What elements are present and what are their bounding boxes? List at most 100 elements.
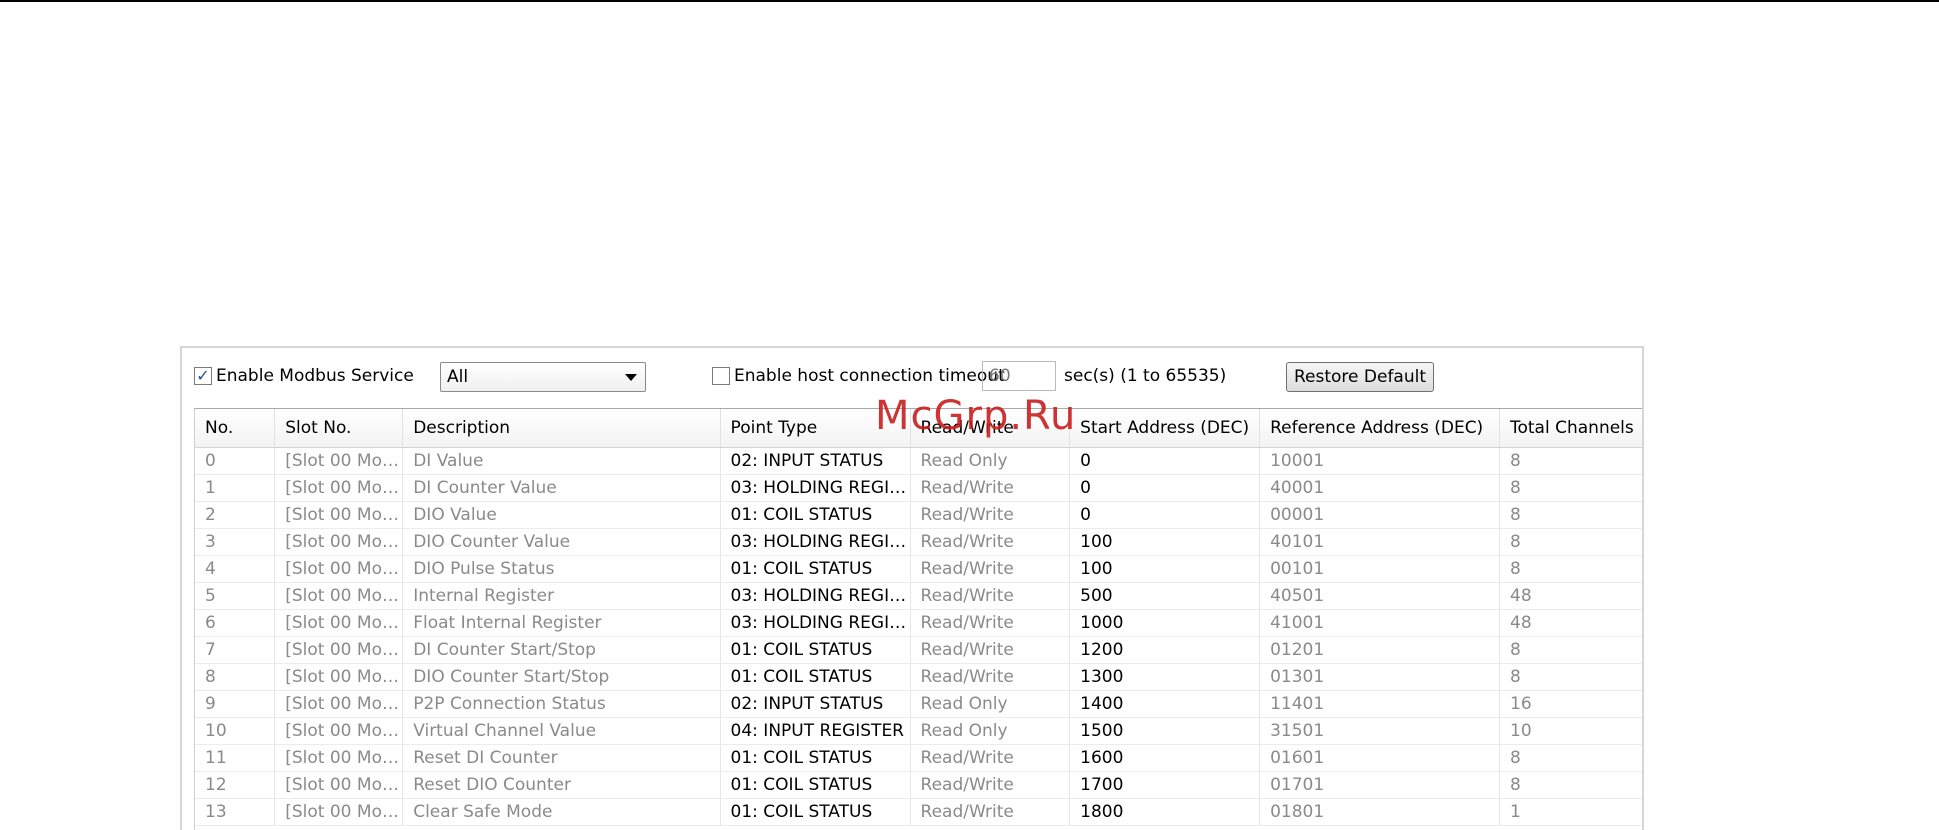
column-header-reference-address[interactable]: Reference Address (DEC): [1259, 409, 1500, 448]
cell-slot: [Slot 00 Mo…: [274, 555, 404, 583]
cell-start-address[interactable]: 1800: [1069, 798, 1261, 826]
cell-read-write: Read/Write: [910, 771, 1071, 799]
cell-point-type[interactable]: 01: COIL STATUS: [720, 501, 911, 529]
cell-start-address[interactable]: 500: [1069, 582, 1261, 610]
top-rule: [0, 0, 1939, 2]
table-row[interactable]: 2 [Slot 00 Mo… DIO Value 01: COIL STATUS Rea…: [195, 501, 1642, 529]
cell-total-channels: 8: [1499, 744, 1642, 772]
cell-description: DIO Value: [402, 501, 721, 529]
cell-total-channels: 8: [1499, 501, 1642, 529]
table-row[interactable]: 6 [Slot 00 Mo… Float Internal Register 03: …: [195, 609, 1642, 637]
enable-modbus-checkbox[interactable]: ✓: [194, 367, 212, 385]
cell-start-address[interactable]: 0: [1069, 474, 1261, 502]
cell-start-address[interactable]: 1600: [1069, 744, 1261, 772]
column-header-slot[interactable]: Slot No.: [274, 409, 404, 448]
cell-point-type[interactable]: 01: COIL STATUS: [720, 636, 911, 664]
cell-point-type[interactable]: 01: COIL STATUS: [720, 663, 911, 691]
cell-read-write: Read/Write: [910, 582, 1071, 610]
column-header-total-channels[interactable]: Total Channels: [1499, 409, 1642, 448]
cell-start-address[interactable]: 1500: [1069, 717, 1261, 745]
cell-read-write: Read/Write: [910, 528, 1071, 556]
cell-point-type[interactable]: 04: INPUT REGISTER: [720, 717, 911, 745]
table-row[interactable]: 9 [Slot 00 Mo… P2P Connection Status 02: IN…: [195, 690, 1642, 718]
cell-reference-address: 01701: [1259, 771, 1500, 799]
cell-slot: [Slot 00 Mo…: [274, 744, 404, 772]
cell-point-type[interactable]: 01: COIL STATUS: [720, 555, 911, 583]
cell-start-address[interactable]: 0: [1069, 501, 1261, 529]
enable-timeout-checkbox[interactable]: [712, 367, 730, 385]
table-row[interactable]: 12 [Slot 00 Mo… Reset DIO Counter 01: COIL …: [195, 771, 1642, 799]
cell-point-type[interactable]: 03: HOLDING REGI…: [720, 609, 911, 637]
column-header-point-type[interactable]: Point Type: [720, 409, 911, 448]
cell-slot: [Slot 00 Mo…: [274, 771, 404, 799]
cell-read-write: Read/Write: [910, 636, 1071, 664]
table-row[interactable]: 13 [Slot 00 Mo… Clear Safe Mode 01: COIL ST…: [195, 798, 1642, 826]
cell-description: DIO Pulse Status: [402, 555, 721, 583]
cell-point-type[interactable]: 03: HOLDING REGI…: [720, 528, 911, 556]
cell-no: 9: [195, 690, 276, 718]
enable-modbus-label: Enable Modbus Service: [216, 366, 414, 386]
cell-total-channels: 8: [1499, 771, 1642, 799]
cell-slot: [Slot 00 Mo…: [274, 474, 404, 502]
cell-read-write: Read Only: [910, 717, 1071, 745]
cell-no: 1: [195, 474, 276, 502]
table-row[interactable]: 0 [Slot 00 Mo… DI Value 02: INPUT STATUS Rea…: [195, 447, 1642, 475]
cell-point-type[interactable]: 01: COIL STATUS: [720, 771, 911, 799]
cell-point-type[interactable]: 01: COIL STATUS: [720, 798, 911, 826]
cell-reference-address: 40101: [1259, 528, 1500, 556]
column-header-start-address[interactable]: Start Address (DEC): [1069, 409, 1261, 448]
cell-start-address[interactable]: 1200: [1069, 636, 1261, 664]
column-header-description[interactable]: Description: [402, 409, 721, 448]
cell-description: DI Counter Start/Stop: [402, 636, 721, 664]
cell-read-write: Read/Write: [910, 798, 1071, 826]
cell-point-type[interactable]: 01: COIL STATUS: [720, 744, 911, 772]
table-row[interactable]: 7 [Slot 00 Mo… DI Counter Start/Stop 01: CO…: [195, 636, 1642, 664]
table-row[interactable]: 5 [Slot 00 Mo… Internal Register 03: HOLDIN…: [195, 582, 1642, 610]
table-header-row: No. Slot No. Description Point Type Read…: [195, 409, 1642, 448]
cell-point-type[interactable]: 03: HOLDING REGI…: [720, 582, 911, 610]
toolbar: ✓ Enable Modbus Service All Enable host …: [182, 348, 1642, 404]
filter-select[interactable]: All: [440, 362, 646, 392]
cell-point-type[interactable]: 02: INPUT STATUS: [720, 447, 911, 475]
cell-total-channels: 10: [1499, 717, 1642, 745]
cell-total-channels: 1: [1499, 798, 1642, 826]
table-row[interactable]: 10 [Slot 00 Mo… Virtual Channel Value 04: I…: [195, 717, 1642, 745]
cell-slot: [Slot 00 Mo…: [274, 636, 404, 664]
cell-description: DI Counter Value: [402, 474, 721, 502]
cell-reference-address: 11401: [1259, 690, 1500, 718]
cell-read-write: Read/Write: [910, 663, 1071, 691]
cell-point-type[interactable]: 02: INPUT STATUS: [720, 690, 911, 718]
column-header-read-write[interactable]: Read/Write: [910, 409, 1071, 448]
enable-modbus-toggle[interactable]: ✓ Enable Modbus Service: [194, 364, 414, 388]
enable-timeout-toggle[interactable]: Enable host connection timeout: [712, 364, 1005, 388]
cell-no: 4: [195, 555, 276, 583]
cell-read-write: Read Only: [910, 447, 1071, 475]
table-body: 0 [Slot 00 Mo… DI Value 02: INPUT STATUS Rea…: [195, 447, 1642, 826]
cell-reference-address: 00101: [1259, 555, 1500, 583]
column-header-no[interactable]: No.: [195, 409, 276, 448]
timeout-input[interactable]: 60: [982, 361, 1056, 391]
table-row[interactable]: 11 [Slot 00 Mo… Reset DI Counter 01: COIL S…: [195, 744, 1642, 772]
cell-start-address[interactable]: 1000: [1069, 609, 1261, 637]
cell-start-address[interactable]: 1700: [1069, 771, 1261, 799]
cell-start-address[interactable]: 100: [1069, 528, 1261, 556]
address-table-container: No. Slot No. Description Point Type Read…: [194, 408, 1642, 830]
cell-no: 3: [195, 528, 276, 556]
cell-start-address[interactable]: 1400: [1069, 690, 1261, 718]
cell-description: DIO Counter Start/Stop: [402, 663, 721, 691]
cell-point-type[interactable]: 03: HOLDING REGI…: [720, 474, 911, 502]
cell-slot: [Slot 00 Mo…: [274, 582, 404, 610]
table-row[interactable]: 1 [Slot 00 Mo… DI Counter Value 03: HOLDING…: [195, 474, 1642, 502]
cell-no: 12: [195, 771, 276, 799]
table-row[interactable]: 3 [Slot 00 Mo… DIO Counter Value 03: HOLDIN…: [195, 528, 1642, 556]
cell-start-address[interactable]: 1300: [1069, 663, 1261, 691]
cell-reference-address: 01601: [1259, 744, 1500, 772]
restore-default-button[interactable]: Restore Default: [1286, 362, 1434, 392]
cell-description: Clear Safe Mode: [402, 798, 721, 826]
cell-no: 0: [195, 447, 276, 475]
table-row[interactable]: 4 [Slot 00 Mo… DIO Pulse Status 01: COIL ST…: [195, 555, 1642, 583]
table-row[interactable]: 8 [Slot 00 Mo… DIO Counter Start/Stop 01: C…: [195, 663, 1642, 691]
cell-total-channels: 8: [1499, 663, 1642, 691]
cell-start-address[interactable]: 100: [1069, 555, 1261, 583]
cell-start-address[interactable]: 0: [1069, 447, 1261, 475]
